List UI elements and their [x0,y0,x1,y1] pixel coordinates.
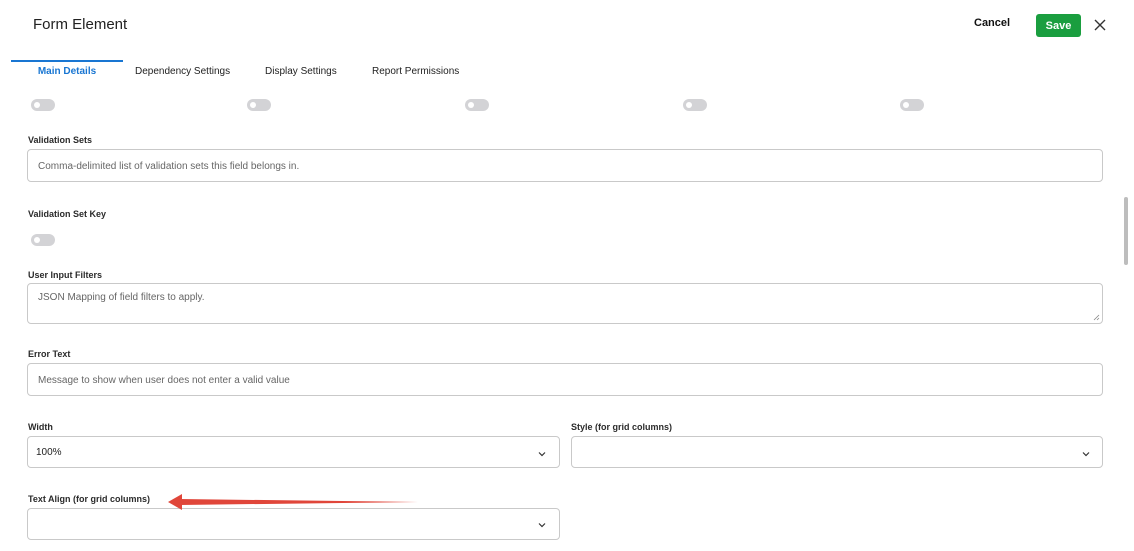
validation-sets-input[interactable]: Comma-delimited list of validation sets … [27,149,1103,182]
close-button[interactable] [1089,14,1111,36]
width-label: Width [28,422,53,432]
modal-header: Form Element Cancel Save [0,0,1134,52]
validation-set-key-toggle[interactable] [31,234,55,246]
width-select[interactable]: 100% [27,436,560,468]
toggle-2[interactable] [247,99,271,111]
save-button[interactable]: Save [1036,14,1081,37]
user-input-filters-textarea[interactable]: JSON Mapping of field filters to apply. [27,283,1103,324]
validation-sets-placeholder: Comma-delimited list of validation sets … [38,161,300,172]
scrollbar-thumb[interactable] [1124,197,1128,265]
toggle-1[interactable] [31,99,55,111]
error-text-label: Error Text [28,349,71,359]
chevron-down-icon [1082,452,1090,457]
validation-set-key-label: Validation Set Key [28,209,107,219]
validation-sets-label: Validation Sets [28,135,93,145]
cancel-button[interactable]: Cancel [974,17,1010,29]
chevron-down-icon [538,452,546,457]
error-text-input[interactable]: Message to show when user does not enter… [27,363,1103,396]
tab-dependency-settings[interactable]: Dependency Settings [135,60,230,84]
resize-grip-icon[interactable] [1093,314,1100,321]
width-value: 100% [36,447,62,458]
tab-bar: Main Details Dependency Settings Display… [0,60,1134,84]
tab-report-permissions[interactable]: Report Permissions [372,60,459,84]
user-input-filters-placeholder: JSON Mapping of field filters to apply. [38,292,205,303]
style-select[interactable] [571,436,1103,468]
tab-display-settings[interactable]: Display Settings [265,60,337,84]
user-input-filters-label: User Input Filters [28,270,103,280]
chevron-down-icon [538,523,546,528]
page-title: Form Element [33,16,128,33]
toggle-3[interactable] [465,99,489,111]
text-align-label: Text Align (for grid columns) [28,494,150,504]
toggle-4[interactable] [683,99,707,111]
style-label: Style (for grid columns) [571,422,673,432]
error-text-placeholder: Message to show when user does not enter… [38,375,290,386]
annotation-arrow-icon [168,494,418,510]
toggle-5[interactable] [900,99,924,111]
close-icon [1094,19,1106,31]
tab-main-details[interactable]: Main Details [11,60,123,84]
